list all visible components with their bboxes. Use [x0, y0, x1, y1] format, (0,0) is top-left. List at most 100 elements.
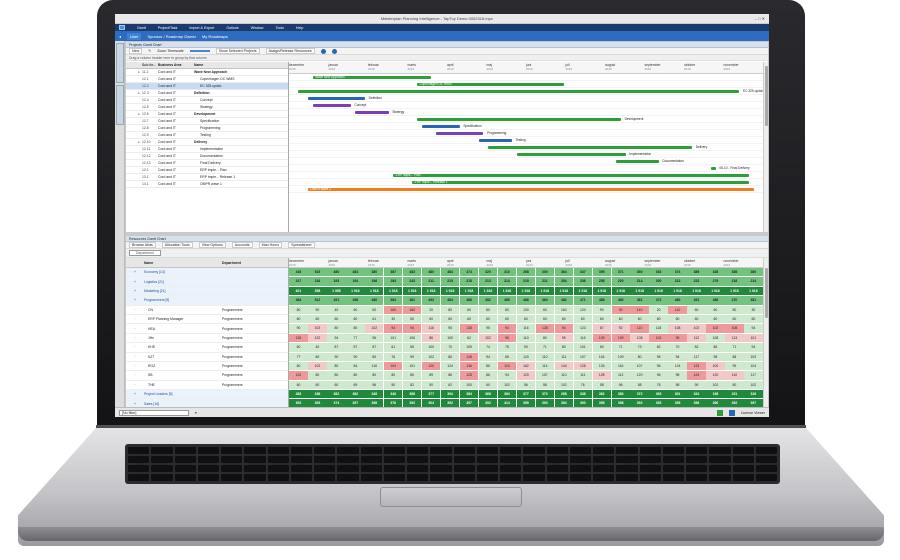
heatmap-cell[interactable]: 78 — [649, 380, 668, 390]
heatmap-cell[interactable]: 1 918 — [706, 286, 725, 296]
heatmap-cell[interactable]: 102 — [706, 380, 725, 390]
heatmap-cell[interactable]: 101 — [403, 361, 422, 371]
heatmap-cell[interactable]: 481 — [744, 296, 763, 305]
heatmap-cell[interactable]: 109 — [592, 333, 611, 343]
heatmap-cell[interactable]: 102 — [308, 324, 327, 333]
gantt-bar[interactable] — [478, 139, 512, 142]
heatmap-cell[interactable]: 102 — [687, 324, 706, 333]
expand-plus-icon[interactable]: + — [126, 298, 144, 302]
heatmap-cell[interactable]: 76 — [384, 352, 403, 361]
project-row[interactable]: 12.1 Cord and IT ERP imple... Plan — [126, 167, 288, 174]
heatmap-cell[interactable]: 482 — [554, 296, 573, 305]
heatmap-cell[interactable]: 388 — [403, 390, 422, 399]
heatmap-cell[interactable]: 108 — [630, 333, 649, 343]
heatmap-cell[interactable]: 86 — [440, 371, 460, 380]
gantt-bar[interactable] — [355, 111, 389, 114]
heatmap-cell[interactable]: 114 — [535, 361, 555, 371]
heatmap-cell[interactable]: 1 918 — [403, 286, 422, 296]
heatmap-cell[interactable]: 122 — [308, 333, 327, 343]
heatmap-cell[interactable]: 71 — [611, 343, 630, 352]
heatmap-cell[interactable]: 301 — [668, 390, 687, 399]
heatmap-cell[interactable]: 218 — [725, 277, 744, 286]
heatmap-cell[interactable]: 222 — [687, 277, 706, 286]
heatmap-cell[interactable]: 1 918 — [725, 286, 744, 296]
heatmap-cell[interactable]: 92 — [611, 324, 630, 333]
heatmap-cell[interactable]: 80 — [289, 361, 308, 371]
heatmap-cell[interactable]: 94 — [327, 333, 346, 343]
project-row[interactable]: 12.13 Cord and IT Final Delivery — [126, 160, 288, 167]
heatmap-cell[interactable]: 393 — [573, 399, 592, 407]
heatmap-cell[interactable]: 387 — [384, 268, 403, 277]
heatmap-cell[interactable]: 104 — [384, 361, 403, 371]
heatmap-cell[interactable]: 138 — [459, 324, 479, 333]
heatmap-cell[interactable]: 120 — [421, 361, 441, 371]
heatmap-cell[interactable]: 60 — [478, 314, 498, 324]
heatmap-cell[interactable]: 466 — [516, 296, 536, 305]
heatmap-cell[interactable]: 101 — [384, 333, 403, 343]
heatmap-cell[interactable]: 86 — [706, 343, 725, 352]
heatmap-cell[interactable]: 80 — [725, 380, 744, 390]
heatmap-cell[interactable]: 1 918 — [649, 286, 668, 296]
heatmap-cell[interactable]: 389 — [687, 268, 706, 277]
project-row[interactable]: 13.1 Cord and IT ERP imple... Release 1 — [126, 174, 288, 181]
gantt-bar[interactable] — [307, 188, 754, 191]
heatmap-cell[interactable]: 116 — [421, 324, 441, 333]
spreadsheet-button[interactable]: Spreadsheet — [288, 242, 315, 248]
heatmap-cell[interactable]: 1 918 — [440, 286, 460, 296]
heatmap-cell[interactable]: 120 — [289, 371, 308, 380]
heatmap-cell[interactable]: 254 — [554, 277, 573, 286]
gantt-bar[interactable] — [435, 132, 484, 135]
heatmap-cell[interactable]: 116 — [365, 361, 384, 371]
heatmap-cell[interactable]: 124 — [687, 371, 706, 380]
resource-row[interactable]: + Logistics [21] — [126, 277, 288, 287]
collapse-icon[interactable] — [331, 48, 337, 54]
heatmap-cell[interactable]: 60 — [516, 314, 536, 324]
heatmap-cell[interactable]: 1 918 — [535, 286, 555, 296]
resource-row[interactable]: · KHE Programmers — [126, 343, 288, 353]
heatmap-cell[interactable]: 71 — [725, 343, 744, 352]
project-row[interactable]: ▸ 12.3 Cord and IT Definition — [126, 90, 288, 97]
heatmap-cell[interactable]: 60 — [346, 305, 365, 314]
heatmap-cell[interactable]: 30 — [611, 305, 630, 314]
gantt-bar[interactable] — [412, 181, 749, 184]
heatmap-cell[interactable]: 94 — [403, 324, 422, 333]
heatmap-cell[interactable]: 60 — [327, 314, 346, 324]
heatmap-cell[interactable]: 60 — [611, 314, 630, 324]
heatmap-cell[interactable]: 194 — [346, 277, 365, 286]
project-row[interactable]: 14.1 Cord and IT OMPR wave 1 — [126, 181, 288, 188]
heatmap-cell[interactable]: 1 918 — [668, 286, 687, 296]
heatmap-cell[interactable]: 102 — [554, 380, 573, 390]
heatmap-cell[interactable]: 136 — [459, 361, 479, 371]
heatmap-cell[interactable]: 80 — [384, 371, 403, 380]
heatmap-cell[interactable]: 371 — [611, 268, 630, 277]
heatmap-cell[interactable]: 86 — [421, 333, 441, 343]
heatmap-cell[interactable]: 102 — [421, 352, 441, 361]
heatmap-cell[interactable]: 116 — [611, 361, 630, 371]
heatmap-cell[interactable]: 61 — [365, 314, 384, 324]
project-row[interactable]: 12.9 Cord and IT Testing — [126, 132, 288, 139]
heatmap-cell[interactable]: 60 — [346, 314, 365, 324]
heatmap-cell[interactable]: 30 — [744, 305, 763, 314]
heatmap-cell[interactable]: 55 — [403, 343, 422, 352]
heatmap-cell[interactable]: 124 — [497, 361, 517, 371]
heatmap-cell[interactable]: 320 — [478, 268, 498, 277]
filter-select[interactable]: [No filter] — [119, 409, 189, 416]
gantt-bar[interactable] — [710, 167, 716, 170]
heatmap-cell[interactable]: 117 — [687, 352, 706, 361]
heatmap-cell[interactable]: 73 — [630, 343, 649, 352]
heatmap-cell[interactable]: 383 — [611, 390, 630, 399]
expand-plus-icon[interactable]: + — [126, 289, 144, 293]
row-expander[interactable]: ▸ — [126, 112, 142, 116]
heatmap-cell[interactable]: 74 — [478, 343, 498, 352]
heatmap-cell[interactable]: 86 — [478, 371, 498, 380]
heatmap-cell[interactable]: 84 — [346, 361, 365, 371]
heatmap-cell[interactable]: 198 — [706, 390, 725, 399]
heatmap-cell[interactable]: 120 — [573, 305, 592, 314]
heatmap-cell[interactable]: 300 — [535, 268, 555, 277]
gantt-bar[interactable] — [298, 90, 740, 93]
heatmap-cell[interactable]: 471 — [573, 296, 592, 305]
heatmap-cell[interactable]: 75 — [497, 343, 517, 352]
heatmap-cell[interactable]: 90 — [308, 305, 327, 314]
heatmap-cell[interactable]: 1 918 — [365, 286, 384, 296]
heatmap-cell[interactable]: 304 — [421, 399, 441, 407]
